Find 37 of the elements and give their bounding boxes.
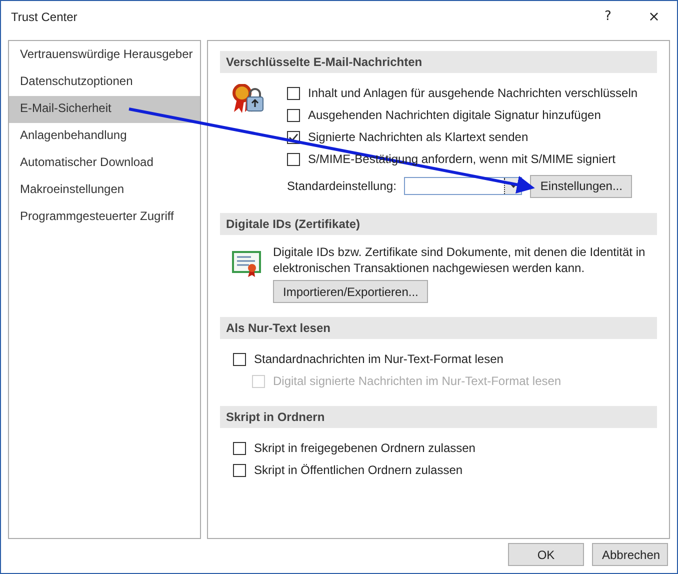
section-header: Verschlüsselte E-Mail-Nachrichten xyxy=(220,51,657,73)
dialog-button[interactable]: Abbrechen xyxy=(592,543,668,566)
checkbox-label: Ausgehenden Nachrichten digitale Signatur hinzufügen xyxy=(308,108,601,122)
checkbox-label: Digital signierte Nachrichten im Nur-Text-Format lesen xyxy=(273,374,562,388)
checkbox[interactable] xyxy=(287,108,300,122)
seal-lock-icon xyxy=(232,84,266,114)
checkbox[interactable] xyxy=(233,352,246,366)
help-button[interactable]: ? xyxy=(585,1,631,32)
dropdown-arrow-icon xyxy=(510,184,517,188)
checkbox[interactable] xyxy=(233,464,246,476)
checkbox-label: Inhalt und Anlagen für ausgehende Nachrichten verschlüsseln xyxy=(308,86,638,100)
sidebar-item[interactable]: Datenschutzoptionen xyxy=(9,69,200,96)
description-text: Digitale IDs bzw. Zertifikate sind Dokumente, mit denen die Identität in elektronischen Transaktionen nachgewiesen werden kann. xyxy=(273,244,646,276)
sidebar-item[interactable]: Anlagenbehandlung xyxy=(9,123,200,150)
sidebar-item[interactable]: Programmgesteuerter Zugriff xyxy=(9,204,200,231)
checkbox-label: Skript in Öffentlichen Ordnern zulassen xyxy=(254,463,463,477)
field-label: Standardeinstellung: xyxy=(287,179,396,193)
checkbox[interactable] xyxy=(287,86,300,100)
checkbox-label: Signierte Nachrichten als Klartext senden xyxy=(308,130,528,144)
sidebar-item[interactable]: Makroeinstellungen xyxy=(9,177,200,204)
section-header: Digitale IDs (Zertifikate) xyxy=(220,213,657,235)
checkbox-label: Skript in freigegebenen Ordnern zulassen xyxy=(254,441,476,455)
close-button[interactable]: × xyxy=(631,1,677,32)
checkbox[interactable] xyxy=(233,442,246,454)
sidebar-item[interactable]: Automatischer Download xyxy=(9,150,200,177)
window-title: Trust Center xyxy=(11,10,78,24)
dropdown-field[interactable] xyxy=(404,177,522,195)
section-header: Skript in Ordnern xyxy=(220,406,657,428)
settings-button[interactable]: Einstellungen... xyxy=(530,174,632,198)
dialog-button[interactable]: OK xyxy=(508,543,584,566)
sidebar-item[interactable]: E-Mail-Sicherheit xyxy=(9,96,200,123)
certificate-icon xyxy=(232,250,262,278)
section-header: Als Nur-Text lesen xyxy=(220,317,657,339)
checkbox[interactable] xyxy=(287,152,300,166)
checkbox-label: Standardnachrichten im Nur-Text-Format lesen xyxy=(254,352,504,366)
import-export-button[interactable]: Importieren/Exportieren... xyxy=(273,280,428,303)
sidebar-item[interactable]: Vertrauenswürdige Herausgeber xyxy=(9,42,200,69)
